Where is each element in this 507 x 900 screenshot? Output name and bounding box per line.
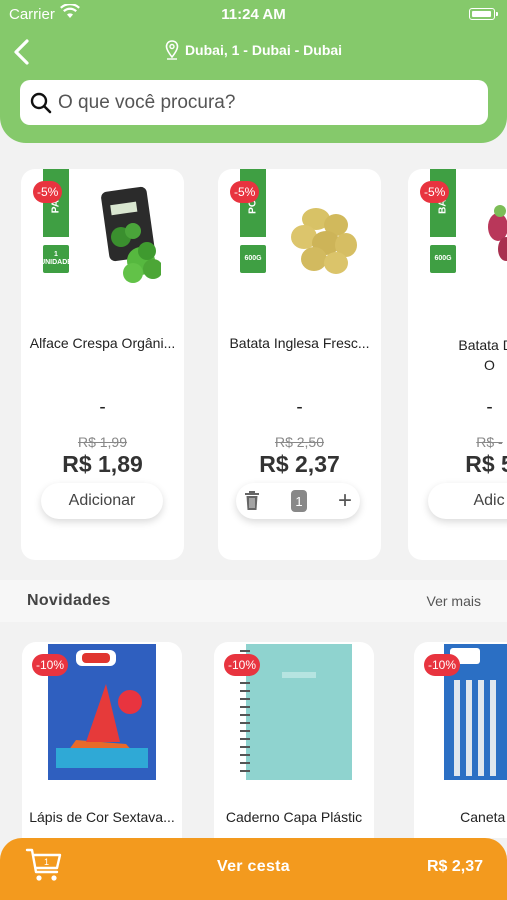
product-name: Alface Crespa Orgâni... <box>29 335 176 351</box>
price: R$ 2,37 <box>259 451 340 477</box>
product-name: Batata Inglesa Fresc... <box>229 335 370 351</box>
product-name: Lápis de Cor Sextava... <box>29 809 175 825</box>
product-name: Batata DoO <box>458 337 507 373</box>
product-card[interactable]: PAC 1 UNIDADE -5% Alface Crespa Orgâni..… <box>21 169 184 560</box>
status-bar: Carrier 11:24 AM <box>0 0 507 28</box>
product-card[interactable]: -10% Lápis de Cor Sextava... <box>22 642 182 838</box>
old-price: R$ 1,99 <box>77 434 128 450</box>
battery-icon <box>469 8 498 20</box>
product-unit: - <box>486 397 493 418</box>
search-bar[interactable] <box>20 80 488 125</box>
discount-badge: -5% <box>33 181 63 203</box>
product-name: Caderno Capa Plástic <box>225 809 363 825</box>
discount-badge: -10% <box>32 654 69 676</box>
add-button[interactable]: Adic <box>428 483 507 519</box>
new-products-carousel[interactable]: -10% Lápis de Cor Sextava... -10% Cadern… <box>0 622 507 838</box>
product-unit: - <box>296 397 303 418</box>
product-unit: - <box>99 397 106 418</box>
product-name: Caneta Ge <box>460 809 507 825</box>
discount-badge: -5% <box>230 181 260 203</box>
trash-icon[interactable] <box>244 491 260 511</box>
search-input[interactable] <box>58 91 458 114</box>
section-title: Novidades <box>27 592 111 609</box>
quantity-value: 1 <box>290 490 307 512</box>
product-card[interactable]: -10% Caneta Ge <box>414 642 507 838</box>
location-label: Dubai, 1 - Dubai - Dubai <box>184 42 343 58</box>
location-pin-icon <box>165 40 179 60</box>
discount-badge: -10% <box>424 654 461 676</box>
product-card[interactable]: POR 600G -5% Batata Inglesa Fresc... - R… <box>218 169 381 560</box>
old-price: R$ - <box>476 434 503 450</box>
product-card[interactable]: BAN 600G -5% Batata DoO - R$ - R$ 5 Adic <box>408 169 507 560</box>
quantity-stepper[interactable]: 1 + <box>236 483 360 519</box>
discount-badge: -10% <box>224 654 261 676</box>
discount-badge: -5% <box>420 181 450 203</box>
add-button[interactable]: Adicionar <box>41 483 163 519</box>
plus-icon[interactable]: + <box>338 489 352 513</box>
clock: 11:24 AM <box>221 6 286 23</box>
section-header: Novidades Ver mais <box>0 580 507 622</box>
old-price: R$ 2,50 <box>274 434 325 450</box>
see-more-link[interactable]: Ver mais <box>427 593 481 609</box>
location-selector[interactable]: Dubai, 1 - Dubai - Dubai <box>0 40 507 60</box>
header: Carrier 11:24 AM Dubai, 1 - Dubai - Duba… <box>0 0 507 143</box>
price: R$ 1,89 <box>62 451 143 477</box>
price: R$ 5 <box>465 451 507 477</box>
cart-button[interactable]: 1 Ver cesta R$ 2,37 <box>0 838 507 900</box>
search-icon <box>30 92 52 113</box>
product-card[interactable]: -10% Caderno Capa Plástic <box>214 642 374 838</box>
cart-total: R$ 2,37 <box>426 858 483 875</box>
products-carousel[interactable]: PAC 1 UNIDADE -5% Alface Crespa Orgâni..… <box>0 152 507 572</box>
